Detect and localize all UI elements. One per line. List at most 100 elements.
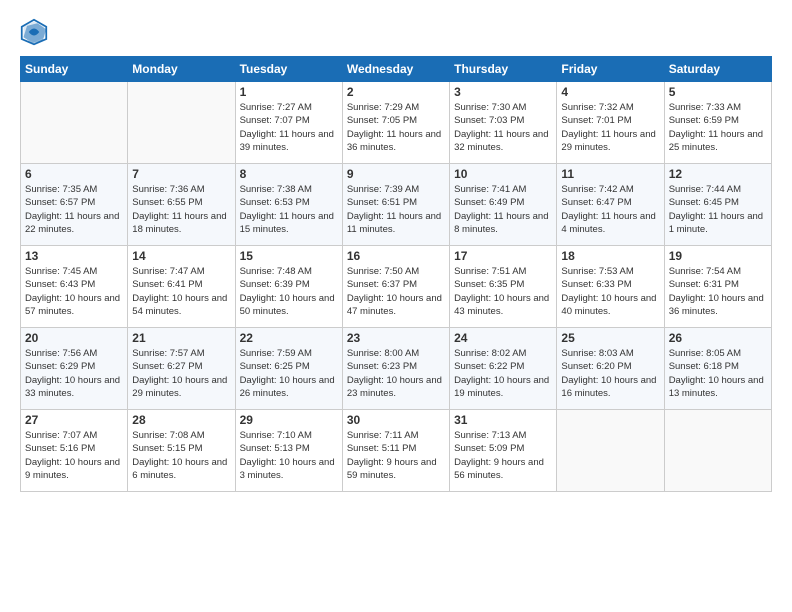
calendar-cell: 31 Sunrise: 7:13 AM Sunset: 5:09 PM Dayli… [450, 410, 557, 492]
day-info: Sunrise: 7:27 AM Sunset: 7:07 PM Dayligh… [240, 101, 338, 154]
calendar-week-2: 6 Sunrise: 7:35 AM Sunset: 6:57 PM Daylig… [21, 164, 772, 246]
day-number: 21 [132, 331, 230, 345]
calendar-cell: 12 Sunrise: 7:44 AM Sunset: 6:45 PM Dayli… [664, 164, 771, 246]
day-info: Sunrise: 7:07 AM Sunset: 5:16 PM Dayligh… [25, 429, 123, 482]
day-number: 4 [561, 85, 659, 99]
weekday-header-thursday: Thursday [450, 57, 557, 82]
calendar-cell: 8Sunrise: 7:38 AM Sunset: 6:53 PM Daylig… [235, 164, 342, 246]
day-info: Sunrise: 7:54 AM Sunset: 6:31 PM Dayligh… [669, 265, 767, 318]
calendar-cell: 29 Sunrise: 7:10 AM Sunset: 5:13 PM Dayli… [235, 410, 342, 492]
calendar-page: SundayMondayTuesdayWednesdayThursdayFrid… [0, 0, 792, 612]
day-info: Sunrise: 7:36 AM Sunset: 6:55 PM Dayligh… [132, 183, 230, 236]
calendar-cell: 7 Sunrise: 7:36 AM Sunset: 6:55 PM Daylig… [128, 164, 235, 246]
day-number: 5 [669, 85, 767, 99]
calendar-cell: 23Sunrise: 8:00 AM Sunset: 6:23 PM Dayli… [342, 328, 449, 410]
day-number: 16 [347, 249, 445, 263]
day-number: 11 [561, 167, 659, 181]
day-info: Sunrise: 7:35 AM Sunset: 6:57 PM Dayligh… [25, 183, 123, 236]
calendar-cell: 25 Sunrise: 8:03 AM Sunset: 6:20 PM Dayli… [557, 328, 664, 410]
day-number: 26 [669, 331, 767, 345]
day-info: Sunrise: 7:44 AM Sunset: 6:45 PM Dayligh… [669, 183, 767, 236]
weekday-header-sunday: Sunday [21, 57, 128, 82]
calendar-week-1: 1 Sunrise: 7:27 AM Sunset: 7:07 PM Daylig… [21, 82, 772, 164]
calendar-cell: 19 Sunrise: 7:54 AM Sunset: 6:31 PM Dayli… [664, 246, 771, 328]
day-number: 9 [347, 167, 445, 181]
day-number: 8 [240, 167, 338, 181]
calendar-cell: 1 Sunrise: 7:27 AM Sunset: 7:07 PM Daylig… [235, 82, 342, 164]
calendar-cell: 6 Sunrise: 7:35 AM Sunset: 6:57 PM Daylig… [21, 164, 128, 246]
calendar-cell: 3 Sunrise: 7:30 AM Sunset: 7:03 PM Daylig… [450, 82, 557, 164]
day-info: Sunrise: 7:53 AM Sunset: 6:33 PM Dayligh… [561, 265, 659, 318]
calendar-cell: 15Sunrise: 7:48 AM Sunset: 6:39 PM Dayli… [235, 246, 342, 328]
calendar-cell: 20Sunrise: 7:56 AM Sunset: 6:29 PM Dayli… [21, 328, 128, 410]
calendar-week-3: 13 Sunrise: 7:45 AM Sunset: 6:43 PM Dayli… [21, 246, 772, 328]
day-info: Sunrise: 8:03 AM Sunset: 6:20 PM Dayligh… [561, 347, 659, 400]
day-number: 27 [25, 413, 123, 427]
day-info: Sunrise: 7:51 AM Sunset: 6:35 PM Dayligh… [454, 265, 552, 318]
calendar-cell: 21Sunrise: 7:57 AM Sunset: 6:27 PM Dayli… [128, 328, 235, 410]
day-number: 6 [25, 167, 123, 181]
calendar-cell: 24 Sunrise: 8:02 AM Sunset: 6:22 PM Dayli… [450, 328, 557, 410]
day-number: 10 [454, 167, 552, 181]
day-info: Sunrise: 8:05 AM Sunset: 6:18 PM Dayligh… [669, 347, 767, 400]
day-number: 2 [347, 85, 445, 99]
day-number: 24 [454, 331, 552, 345]
day-info: Sunrise: 7:11 AM Sunset: 5:11 PM Dayligh… [347, 429, 445, 482]
day-number: 17 [454, 249, 552, 263]
logo-icon [20, 18, 48, 46]
day-info: Sunrise: 7:30 AM Sunset: 7:03 PM Dayligh… [454, 101, 552, 154]
day-number: 1 [240, 85, 338, 99]
calendar-cell: 27 Sunrise: 7:07 AM Sunset: 5:16 PM Dayli… [21, 410, 128, 492]
calendar-cell: 30Sunrise: 7:11 AM Sunset: 5:11 PM Dayli… [342, 410, 449, 492]
calendar-cell [557, 410, 664, 492]
calendar-cell: 17 Sunrise: 7:51 AM Sunset: 6:35 PM Dayli… [450, 246, 557, 328]
day-info: Sunrise: 7:56 AM Sunset: 6:29 PM Dayligh… [25, 347, 123, 400]
day-info: Sunrise: 7:39 AM Sunset: 6:51 PM Dayligh… [347, 183, 445, 236]
day-info: Sunrise: 8:02 AM Sunset: 6:22 PM Dayligh… [454, 347, 552, 400]
calendar-cell: 9 Sunrise: 7:39 AM Sunset: 6:51 PM Daylig… [342, 164, 449, 246]
calendar-cell [128, 82, 235, 164]
day-info: Sunrise: 7:33 AM Sunset: 6:59 PM Dayligh… [669, 101, 767, 154]
day-number: 3 [454, 85, 552, 99]
day-info: Sunrise: 7:13 AM Sunset: 5:09 PM Dayligh… [454, 429, 552, 482]
calendar-cell: 11 Sunrise: 7:42 AM Sunset: 6:47 PM Dayli… [557, 164, 664, 246]
calendar-cell: 4Sunrise: 7:32 AM Sunset: 7:01 PM Daylig… [557, 82, 664, 164]
day-info: Sunrise: 7:41 AM Sunset: 6:49 PM Dayligh… [454, 183, 552, 236]
weekday-header-monday: Monday [128, 57, 235, 82]
day-number: 23 [347, 331, 445, 345]
day-number: 12 [669, 167, 767, 181]
day-number: 15 [240, 249, 338, 263]
day-info: Sunrise: 7:29 AM Sunset: 7:05 PM Dayligh… [347, 101, 445, 154]
weekday-header-tuesday: Tuesday [235, 57, 342, 82]
day-info: Sunrise: 7:50 AM Sunset: 6:37 PM Dayligh… [347, 265, 445, 318]
weekday-header-wednesday: Wednesday [342, 57, 449, 82]
day-number: 25 [561, 331, 659, 345]
day-info: Sunrise: 7:10 AM Sunset: 5:13 PM Dayligh… [240, 429, 338, 482]
calendar-cell: 10 Sunrise: 7:41 AM Sunset: 6:49 PM Dayli… [450, 164, 557, 246]
day-number: 22 [240, 331, 338, 345]
calendar-week-5: 27 Sunrise: 7:07 AM Sunset: 5:16 PM Dayli… [21, 410, 772, 492]
day-number: 7 [132, 167, 230, 181]
day-number: 18 [561, 249, 659, 263]
calendar-cell: 14 Sunrise: 7:47 AM Sunset: 6:41 PM Dayli… [128, 246, 235, 328]
weekday-header-row: SundayMondayTuesdayWednesdayThursdayFrid… [21, 57, 772, 82]
day-number: 29 [240, 413, 338, 427]
calendar-cell: 16 Sunrise: 7:50 AM Sunset: 6:37 PM Dayli… [342, 246, 449, 328]
day-info: Sunrise: 7:59 AM Sunset: 6:25 PM Dayligh… [240, 347, 338, 400]
calendar-cell [664, 410, 771, 492]
day-number: 19 [669, 249, 767, 263]
day-info: Sunrise: 7:08 AM Sunset: 5:15 PM Dayligh… [132, 429, 230, 482]
calendar-week-4: 20Sunrise: 7:56 AM Sunset: 6:29 PM Dayli… [21, 328, 772, 410]
day-info: Sunrise: 7:45 AM Sunset: 6:43 PM Dayligh… [25, 265, 123, 318]
day-number: 14 [132, 249, 230, 263]
day-number: 31 [454, 413, 552, 427]
header [20, 18, 772, 46]
weekday-header-saturday: Saturday [664, 57, 771, 82]
calendar-cell: 18 Sunrise: 7:53 AM Sunset: 6:33 PM Dayli… [557, 246, 664, 328]
day-info: Sunrise: 7:47 AM Sunset: 6:41 PM Dayligh… [132, 265, 230, 318]
calendar-cell: 26 Sunrise: 8:05 AM Sunset: 6:18 PM Dayli… [664, 328, 771, 410]
day-number: 13 [25, 249, 123, 263]
day-info: Sunrise: 7:42 AM Sunset: 6:47 PM Dayligh… [561, 183, 659, 236]
calendar-cell: 22 Sunrise: 7:59 AM Sunset: 6:25 PM Dayli… [235, 328, 342, 410]
calendar-table: SundayMondayTuesdayWednesdayThursdayFrid… [20, 56, 772, 492]
